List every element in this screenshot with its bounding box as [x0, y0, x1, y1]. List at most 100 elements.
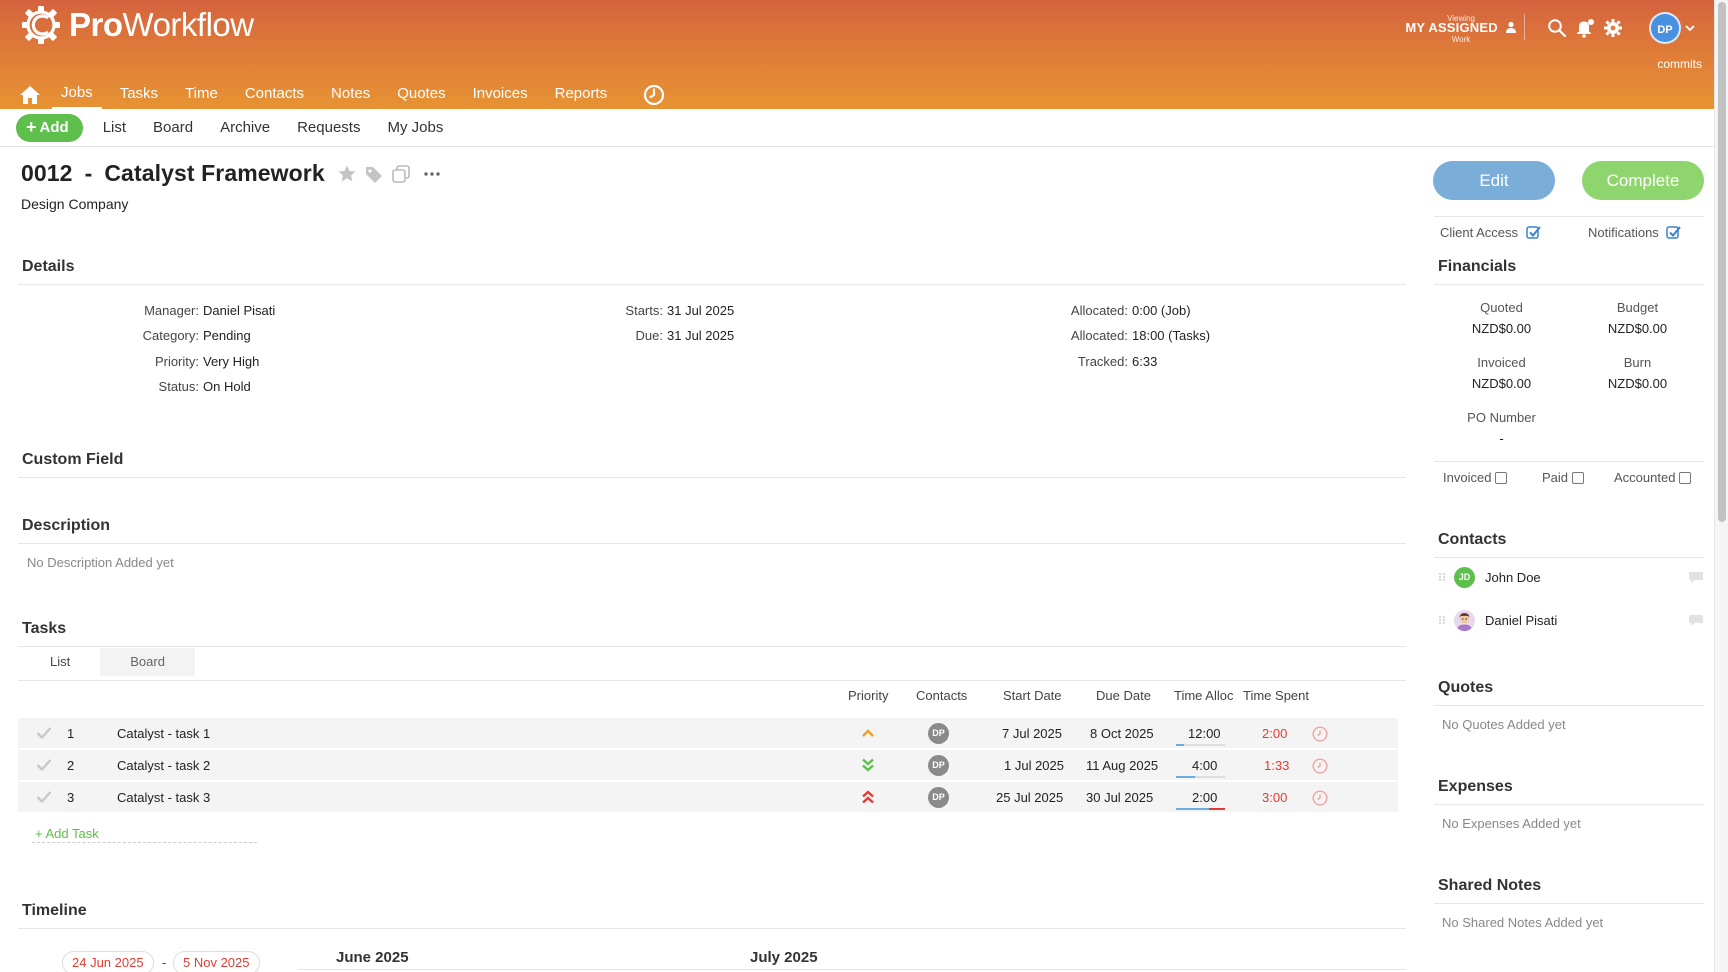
subnav-board[interactable]: Board — [153, 119, 193, 136]
user-avatar[interactable]: DP — [1649, 12, 1681, 44]
plus-icon: + — [26, 117, 37, 137]
nav-jobs[interactable]: Jobs — [52, 80, 102, 109]
task-row[interactable]: 1 Catalyst - task 1 DP 7 Jul 2025 8 Oct … — [18, 718, 1398, 749]
add-task-underline — [32, 842, 257, 843]
action-divider — [1434, 216, 1704, 217]
col-start-date[interactable]: Start Date — [1003, 688, 1062, 703]
home-icon[interactable] — [18, 84, 42, 106]
time-alloc-bar — [1176, 744, 1225, 746]
task-due-date: 30 Jul 2025 — [1086, 790, 1154, 805]
copy-icon[interactable] — [391, 164, 411, 184]
col-time-spent[interactable]: Time Spent — [1243, 688, 1309, 703]
col-contacts[interactable]: Contacts — [916, 688, 967, 703]
contact-name[interactable]: Daniel Pisati — [1485, 613, 1688, 628]
nav-time[interactable]: Time — [176, 81, 227, 108]
task-row[interactable]: 2 Catalyst - task 2 DP 1 Jul 2025 11 Aug… — [18, 750, 1398, 781]
po-number-label: PO Number — [1467, 410, 1536, 425]
shared-notes-heading: Shared Notes — [1438, 877, 1542, 894]
financials-heading: Financials — [1438, 258, 1517, 275]
checkmark-icon[interactable] — [36, 726, 52, 740]
subnav-archive[interactable]: Archive — [220, 119, 270, 136]
nav-reports[interactable]: Reports — [546, 81, 617, 108]
add-task-link[interactable]: + Add Task — [35, 826, 99, 841]
nav-tasks[interactable]: Tasks — [111, 81, 167, 108]
timeline-month: June 2025 — [336, 949, 409, 966]
contact-avatar: JD — [1454, 566, 1475, 588]
nav-contacts[interactable]: Contacts — [236, 81, 313, 108]
contact-item[interactable]: JD John Doe — [1438, 566, 1704, 588]
task-number: 3 — [67, 790, 75, 805]
task-row[interactable]: 3 Catalyst - task 3 DP 25 Jul 2025 30 Ju… — [18, 782, 1398, 813]
user-icon — [1505, 21, 1516, 33]
timeline-range-dash: - — [162, 955, 167, 970]
checkbox-checked-icon — [1525, 226, 1541, 239]
subnav-requests[interactable]: Requests — [297, 119, 360, 136]
client-company[interactable]: Design Company — [21, 196, 128, 212]
bell-icon[interactable] — [1575, 18, 1595, 38]
contacts-divider — [1434, 557, 1704, 558]
contact-item[interactable]: Daniel Pisati — [1438, 609, 1704, 631]
detail-category: Category: Pending — [142, 328, 251, 343]
complete-button[interactable]: Complete — [1582, 161, 1704, 200]
subnav-my-jobs[interactable]: My Jobs — [387, 119, 443, 136]
description-heading: Description — [22, 517, 111, 534]
custom-field-heading: Custom Field — [22, 451, 124, 468]
timer-icon[interactable] — [1312, 726, 1328, 742]
edit-button[interactable]: Edit — [1433, 161, 1555, 200]
col-time-alloc[interactable]: Time Alloc — [1174, 688, 1233, 703]
jobs-subnav: + Add List Board Archive Requests My Jobs — [0, 109, 1714, 147]
col-priority[interactable]: Priority — [848, 688, 888, 703]
paid-checkbox[interactable]: Paid — [1542, 470, 1585, 485]
more-options-icon[interactable] — [422, 164, 442, 184]
timer-clock-icon[interactable] — [643, 84, 665, 106]
contact-avatar[interactable]: DP — [928, 755, 949, 776]
shared-notes-empty: No Shared Notes Added yet — [1442, 915, 1604, 930]
contact-avatar[interactable]: DP — [928, 787, 949, 808]
financials-divider — [1434, 284, 1704, 285]
drag-handle-icon[interactable] — [1438, 615, 1446, 625]
po-number-value[interactable]: - — [1434, 431, 1569, 446]
contact-photo-avatar — [1454, 609, 1475, 631]
nav-quotes[interactable]: Quotes — [388, 81, 454, 108]
col-due-date[interactable]: Due Date — [1096, 688, 1151, 703]
priority-double-up-icon — [862, 790, 874, 804]
settings-gear-icon[interactable] — [1603, 18, 1623, 38]
page-scrollbar[interactable] — [1714, 0, 1728, 972]
task-name[interactable]: Catalyst - task 3 — [117, 782, 210, 813]
search-icon[interactable] — [1547, 18, 1567, 38]
message-icon[interactable] — [1688, 613, 1704, 627]
add-job-button[interactable]: + Add — [16, 113, 83, 142]
tasks-tab-list[interactable]: List — [20, 648, 100, 676]
tag-icon[interactable] — [364, 164, 384, 184]
scrollbar-thumb[interactable] — [1718, 2, 1726, 522]
subnav-list[interactable]: List — [103, 119, 126, 136]
task-name[interactable]: Catalyst - task 1 — [117, 718, 210, 749]
drag-handle-icon[interactable] — [1438, 572, 1446, 582]
message-icon[interactable] — [1688, 570, 1704, 584]
custom-field-divider — [18, 477, 1406, 478]
star-icon[interactable] — [337, 164, 357, 184]
viewing-mode-switch[interactable]: Viewing MY ASSIGNED Work — [1405, 12, 1517, 44]
checkmark-icon[interactable] — [36, 790, 52, 804]
timeline-end-date[interactable]: 5 Nov 2025 — [173, 951, 260, 972]
detail-status: Status: On Hold — [158, 379, 251, 394]
checkmark-icon[interactable] — [36, 758, 52, 772]
timeline-start-date[interactable]: 24 Jun 2025 — [62, 951, 154, 972]
commits-link[interactable]: commits — [1640, 57, 1702, 71]
contact-avatar[interactable]: DP — [928, 723, 949, 744]
nav-notes[interactable]: Notes — [322, 81, 379, 108]
timer-icon[interactable] — [1312, 758, 1328, 774]
description-empty[interactable]: No Description Added yet — [27, 555, 174, 570]
chevron-down-icon[interactable] — [1685, 24, 1695, 32]
contact-name[interactable]: John Doe — [1485, 570, 1688, 585]
task-name[interactable]: Catalyst - task 2 — [117, 750, 210, 781]
timer-icon[interactable] — [1312, 790, 1328, 806]
accounted-checkbox[interactable]: Accounted — [1614, 470, 1692, 485]
nav-invoices[interactable]: Invoices — [464, 81, 537, 108]
tasks-tab-board[interactable]: Board — [100, 648, 195, 676]
client-access-toggle[interactable]: Client Access — [1440, 225, 1541, 240]
invoiced-checkbox[interactable]: Invoiced — [1443, 470, 1508, 485]
app-logo[interactable]: ProWorkflow — [21, 5, 254, 45]
notifications-toggle[interactable]: Notifications — [1588, 225, 1682, 240]
timeline-month: July 2025 — [750, 949, 818, 966]
